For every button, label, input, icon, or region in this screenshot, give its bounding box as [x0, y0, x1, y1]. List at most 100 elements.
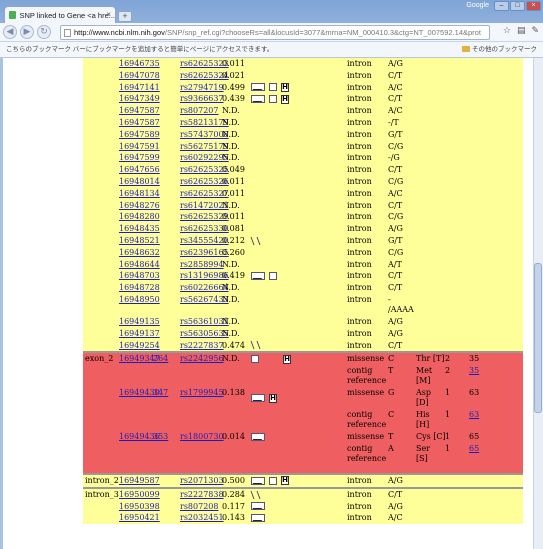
cell-contig[interactable]: 16948703	[119, 270, 160, 282]
cell-mrna[interactable]: 264	[153, 353, 168, 365]
cell-frame: 1	[445, 432, 451, 442]
cell-frame: 2	[445, 366, 451, 376]
browser-tab[interactable]: SNP linked to Gene <a hre... ×	[4, 6, 116, 23]
cell-rs[interactable]: rs2242956	[180, 353, 224, 365]
cell-func: intron	[347, 489, 372, 499]
cell-rs[interactable]: rs2032451	[180, 512, 224, 524]
cell-contig[interactable]: 16949135	[119, 316, 160, 328]
table-row: 16948703 rs13196986 0.419 intron C/T	[83, 270, 523, 283]
cell-contig[interactable]: 16948521	[119, 235, 160, 247]
validation-icons	[251, 512, 265, 524]
cell-allele: A/G	[388, 501, 403, 511]
cell-contig[interactable]: 16947591	[119, 141, 160, 153]
cell-rs[interactable]: rs2794719	[180, 82, 224, 94]
url-path: /SNP/snp_ref.cgi?chooseRs=all&locusId=30…	[164, 28, 481, 37]
back-button[interactable]: ◀	[3, 25, 17, 39]
cell-contig[interactable]: 16947141	[119, 82, 160, 94]
close-window-button[interactable]: ×	[526, 1, 541, 11]
cell-contig[interactable]: 16947349	[119, 93, 160, 105]
wrench-icon[interactable]: ✎	[531, 26, 539, 36]
cell-allele: C	[388, 354, 395, 364]
cell-contig[interactable]: 16948435	[119, 223, 160, 235]
cell-func: intron	[347, 200, 372, 210]
cell-allele: G	[388, 388, 395, 398]
allele-frequency-icon	[251, 514, 265, 523]
cell-het: 0.011	[222, 176, 245, 186]
other-bookmarks[interactable]: その他のブックマーク	[462, 42, 537, 58]
page-menu-icon[interactable]: ▤	[517, 26, 526, 36]
cell-contig[interactable]: 16948014	[119, 176, 160, 188]
cell-allele: C/T	[388, 283, 403, 293]
cell-rs[interactable]: rs2227838	[180, 489, 224, 501]
cell-mrna[interactable]: 353	[153, 431, 168, 443]
cell-pos[interactable]: 35	[469, 365, 479, 387]
allele-frequency-icon	[251, 95, 265, 104]
cell-func: intron	[347, 247, 372, 257]
cell-mrna[interactable]: 347	[153, 387, 168, 409]
table-row: 16947587 rs807207 N.D. intron A/C	[83, 105, 523, 117]
cell-rs[interactable]: rs1799945	[180, 387, 224, 409]
cell-contig[interactable]: 16947599	[119, 152, 160, 164]
table-row: exon_2 16949347 264 rs2242956 N.D. Hmissense C…	[83, 353, 523, 366]
cell-func: intron	[347, 70, 372, 80]
allele-frequency-icon	[251, 502, 265, 511]
cell-contig[interactable]: 16948644	[119, 259, 160, 271]
minimize-button[interactable]: –	[494, 1, 509, 11]
cell-contig[interactable]: 16949254	[119, 340, 160, 352]
table-row: 16949436 353 rs1800730 0.014 missense T Cys [C…	[83, 431, 523, 443]
cell-allele: C/T	[388, 94, 403, 104]
cell-contig[interactable]: 16948280	[119, 211, 160, 223]
hapmap-icon: H	[283, 354, 291, 364]
cell-contig[interactable]: 16950099	[119, 489, 160, 501]
cell-contig[interactable]: 16950421	[119, 512, 160, 524]
reload-button[interactable]: ↻	[37, 25, 51, 39]
maximize-button[interactable]: □	[510, 1, 525, 11]
cell-func: intron	[347, 224, 372, 234]
cell-contig[interactable]: 16947589	[119, 129, 160, 141]
cell-contig[interactable]: 16947078	[119, 70, 160, 82]
star-icon[interactable]: ☆	[503, 26, 511, 36]
cell-contig[interactable]: 16948632	[119, 247, 160, 259]
vertical-scrollbar[interactable]	[533, 58, 543, 549]
scrollbar-thumb[interactable]	[534, 263, 542, 413]
bookmark-message: こちらのブックマーク バーにブックマークを追加すると簡単にページにアクセスできま…	[6, 46, 274, 53]
cell-contig[interactable]: 16948276	[119, 200, 160, 212]
close-tab-icon[interactable]: ×	[106, 10, 111, 19]
cell-het: 0.081	[222, 224, 245, 234]
table-row: 16948280 rs62625329 0.011 intron C/G	[83, 211, 523, 224]
cell-rs[interactable]: rs807208	[180, 501, 218, 513]
cell-contig[interactable]: 16950398	[119, 501, 160, 513]
cell-contig[interactable]: 16948728	[119, 282, 160, 294]
cell-func: intron	[347, 106, 372, 116]
cell-contig[interactable]: 16947587	[119, 117, 160, 129]
cell-contig[interactable]: 16947656	[119, 164, 160, 176]
table-row: 16947078 rs62625324 0.021 intron C/T	[83, 69, 523, 82]
cell-contig[interactable]: 16946735	[119, 58, 160, 70]
cell-rs[interactable]: rs9366637	[180, 93, 224, 105]
cell-rs[interactable]: rs2227837	[180, 340, 224, 352]
cell-rs[interactable]: rs1800730	[180, 431, 224, 443]
new-tab-button[interactable]: +	[118, 11, 132, 22]
forward-button[interactable]: ▶	[20, 25, 34, 39]
cell-allele: - /AAAA	[388, 294, 414, 314]
cell-allele: C/T	[388, 200, 403, 210]
cell-rs[interactable]: rs2071303	[180, 475, 224, 487]
cell-het: 0.474	[222, 340, 245, 350]
cell-contig[interactable]: 16949137	[119, 328, 160, 340]
cell-pos[interactable]: 63	[469, 409, 479, 431]
address-bar[interactable]: http://www.ncbi.nlm.nih.gov/SNP/snp_ref.…	[60, 25, 490, 40]
cell-rs[interactable]: rs807207	[180, 105, 218, 117]
cell-contig[interactable]: 16949587	[119, 475, 160, 487]
cell-contig[interactable]: 16947587	[119, 105, 160, 117]
cell-prot: Met [M]	[416, 366, 433, 386]
cell-func: intron	[347, 475, 372, 485]
cell-allele: A/G	[388, 224, 403, 234]
cell-func: intron	[347, 129, 372, 139]
cell-frame: 1	[445, 388, 451, 398]
cell-contig[interactable]: 16948134	[119, 188, 160, 200]
cell-contig[interactable]: 16948950	[119, 294, 160, 316]
cell-het: 0.014	[222, 432, 245, 442]
cell-pos[interactable]: 65	[469, 443, 479, 465]
cell-allele: T	[388, 432, 394, 442]
cell-rs[interactable]: rs2858994	[180, 259, 224, 271]
